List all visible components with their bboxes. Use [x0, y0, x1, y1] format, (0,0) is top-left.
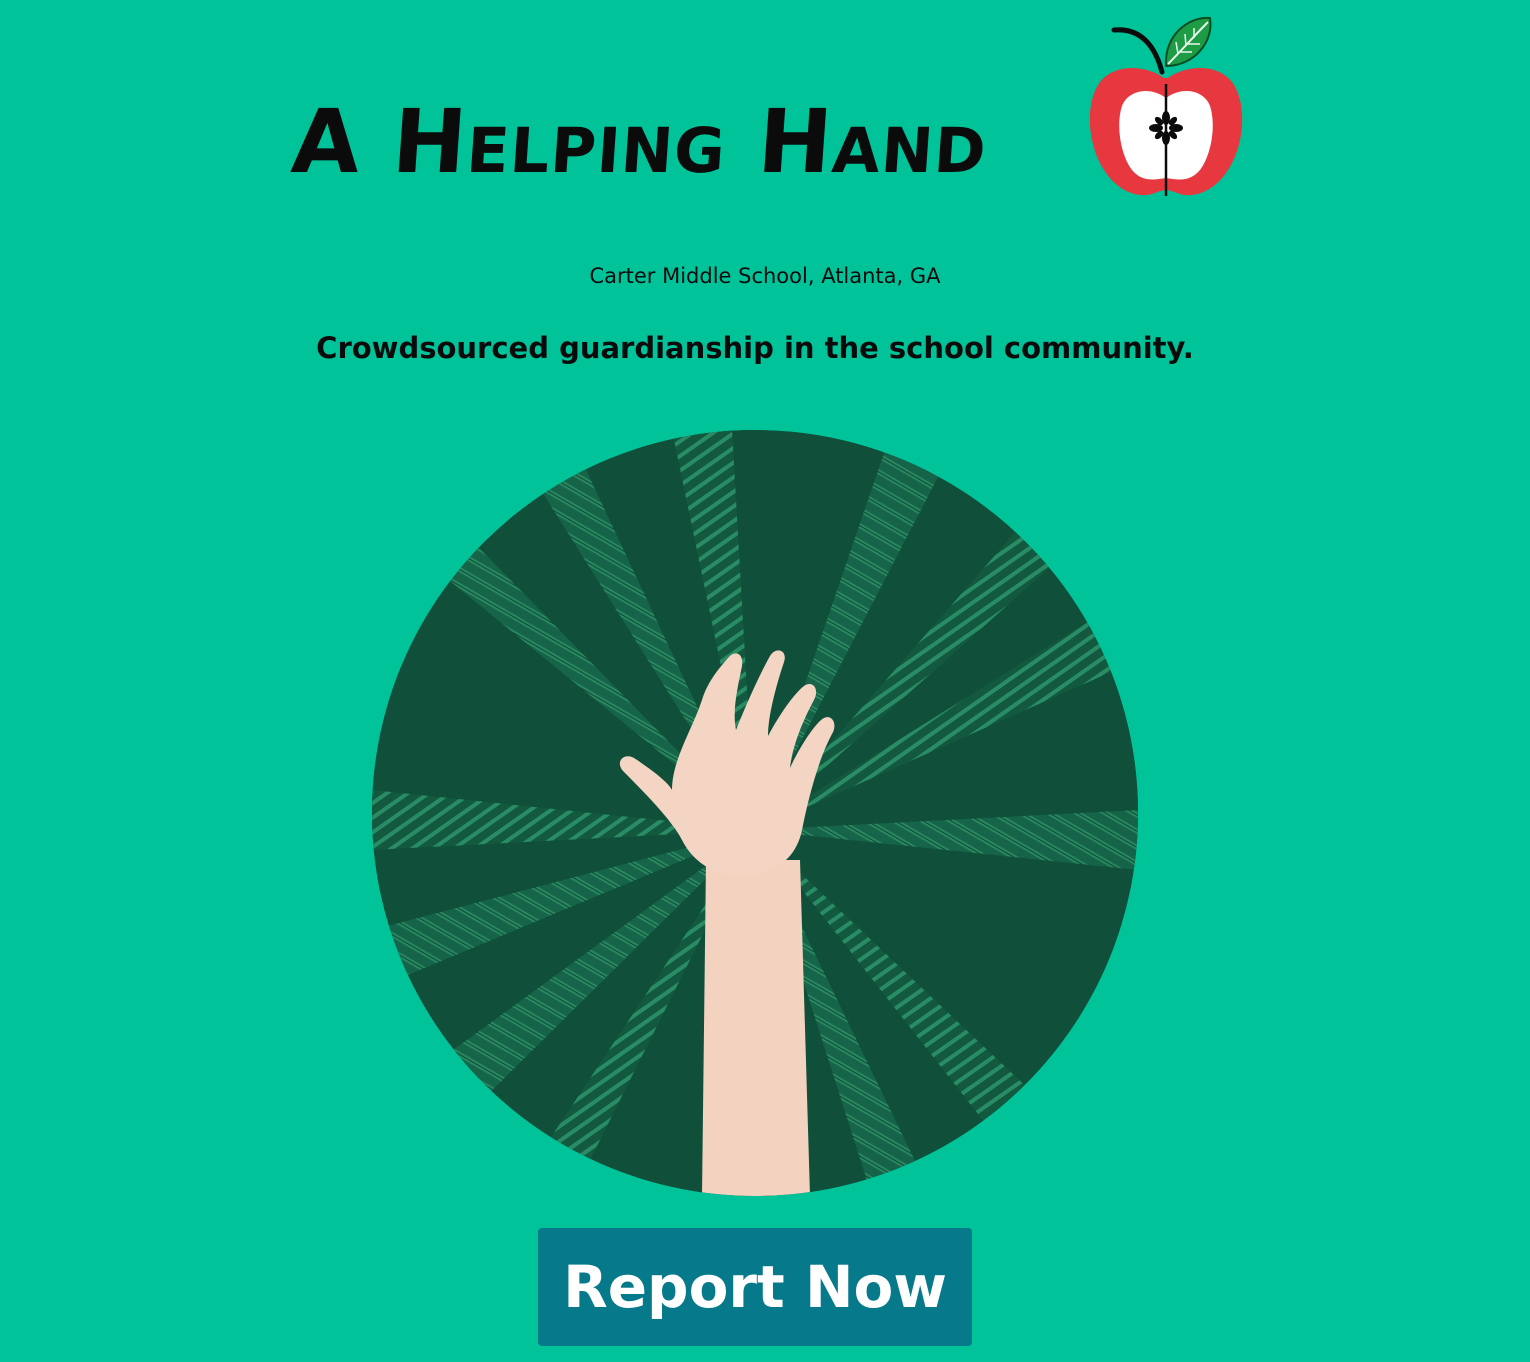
school-location: Carter Middle School, Atlanta, GA: [589, 264, 941, 288]
tagline: Crowdsourced guardianship in the school …: [316, 331, 1194, 365]
hero-image: [372, 430, 1138, 1196]
fern-background: [372, 430, 1138, 1196]
site-header: A Helping Hand: [0, 0, 1530, 220]
site-title: A Helping Hand: [288, 90, 991, 193]
apple-icon: [1089, 16, 1243, 196]
report-now-button[interactable]: Report Now: [538, 1228, 972, 1346]
